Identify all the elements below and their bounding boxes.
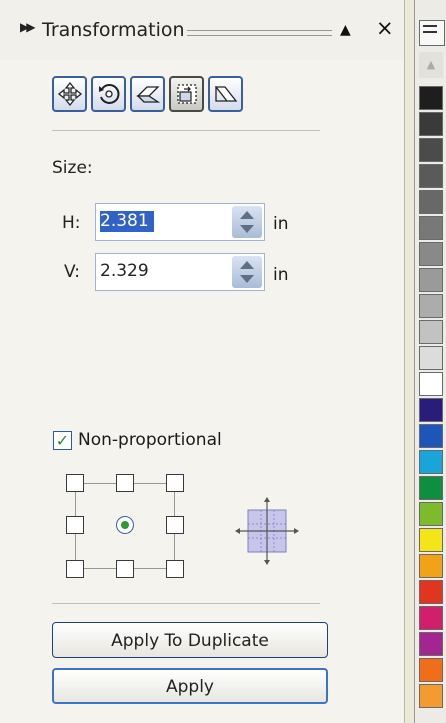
skew-icon <box>214 86 237 102</box>
toolbar-divider <box>52 130 320 131</box>
color-swatch[interactable] <box>419 658 443 682</box>
color-swatch[interactable] <box>419 346 443 370</box>
width-field[interactable] <box>95 253 265 291</box>
width-input[interactable] <box>98 256 230 286</box>
height-unit: in <box>273 214 289 234</box>
height-input[interactable] <box>98 206 230 236</box>
anchor-point-grid <box>66 474 186 582</box>
color-swatch[interactable] <box>419 294 443 318</box>
color-swatch[interactable] <box>419 476 443 500</box>
apply-to-duplicate-button[interactable]: Apply To Duplicate <box>52 622 328 658</box>
scale-mirror-icon <box>135 86 160 103</box>
rotate-icon <box>98 84 119 104</box>
close-button[interactable]: × <box>376 16 394 40</box>
anchor-bottom-center[interactable] <box>116 560 134 578</box>
double-chevron-right-icon[interactable]: ▶▶ <box>20 20 36 34</box>
color-swatch[interactable] <box>419 398 443 422</box>
spinner-up-icon[interactable] <box>240 211 254 219</box>
anchor-top-center[interactable] <box>116 474 134 492</box>
docker-title: Transformation <box>42 19 185 41</box>
spinner-down-icon[interactable] <box>240 225 254 233</box>
anchor-middle-right[interactable] <box>166 516 184 534</box>
color-swatch[interactable] <box>419 320 443 344</box>
docker-titlebar: ▶▶ Transformation ▲ × <box>0 0 404 60</box>
color-swatch[interactable] <box>419 606 443 630</box>
color-swatch[interactable] <box>419 580 443 604</box>
width-unit: in <box>273 265 289 285</box>
color-swatch[interactable] <box>419 372 443 396</box>
anchor-top-right[interactable] <box>166 474 184 492</box>
anchor-bottom-left[interactable] <box>66 560 84 578</box>
height-field[interactable] <box>95 203 265 241</box>
color-swatch[interactable] <box>419 138 443 162</box>
size-section-label: Size: <box>52 158 93 178</box>
non-proportional-row: ✓ Non-proportional <box>53 430 222 450</box>
color-swatch[interactable] <box>419 112 443 136</box>
anchor-middle-left[interactable] <box>66 516 84 534</box>
color-palette: ▲ <box>414 0 446 723</box>
color-swatch[interactable] <box>419 684 443 708</box>
color-swatch[interactable] <box>419 268 443 292</box>
spinner-up-icon[interactable] <box>240 261 254 269</box>
anchor-bottom-right[interactable] <box>166 560 184 578</box>
non-proportional-checkbox[interactable]: ✓ <box>53 430 72 450</box>
skew-button[interactable] <box>208 76 243 112</box>
options-divider <box>52 603 320 604</box>
color-swatch[interactable] <box>419 424 443 448</box>
non-proportional-label[interactable]: Non-proportional <box>78 430 222 450</box>
transform-mode-toolbar <box>52 76 243 112</box>
color-swatch[interactable] <box>419 554 443 578</box>
transformation-docker: ▶▶ Transformation ▲ × Size: H: 2.381 in … <box>0 0 405 723</box>
palette-scroll-up-icon[interactable]: ▲ <box>419 52 443 78</box>
size-preview-icon <box>235 497 299 565</box>
spinner-down-icon[interactable] <box>240 275 254 283</box>
move-arrows-icon <box>57 81 82 107</box>
color-swatch[interactable] <box>419 632 443 656</box>
color-swatch[interactable] <box>419 450 443 474</box>
title-grip[interactable] <box>187 30 332 36</box>
color-swatch[interactable] <box>419 164 443 188</box>
h-label: H: <box>62 213 81 233</box>
scale-mirror-button[interactable] <box>130 76 165 112</box>
anchor-center[interactable] <box>116 516 134 534</box>
size-button[interactable] <box>169 76 204 112</box>
v-label: V: <box>64 262 80 282</box>
apply-button[interactable]: Apply <box>52 668 328 704</box>
rotate-button[interactable] <box>91 76 126 112</box>
height-spinner[interactable] <box>232 206 262 238</box>
width-spinner[interactable] <box>232 256 262 288</box>
color-swatch[interactable] <box>419 242 443 266</box>
position-button[interactable] <box>52 76 87 112</box>
color-swatch[interactable] <box>419 528 443 552</box>
anchor-top-left[interactable] <box>66 474 84 492</box>
color-swatch[interactable] <box>419 216 443 240</box>
color-swatch[interactable] <box>419 86 443 110</box>
size-icon <box>176 84 197 104</box>
color-swatch[interactable] <box>419 190 443 214</box>
color-swatch[interactable] <box>419 502 443 526</box>
triangle-up-icon[interactable]: ▲ <box>340 22 351 38</box>
palette-menu-icon[interactable] <box>419 20 445 46</box>
